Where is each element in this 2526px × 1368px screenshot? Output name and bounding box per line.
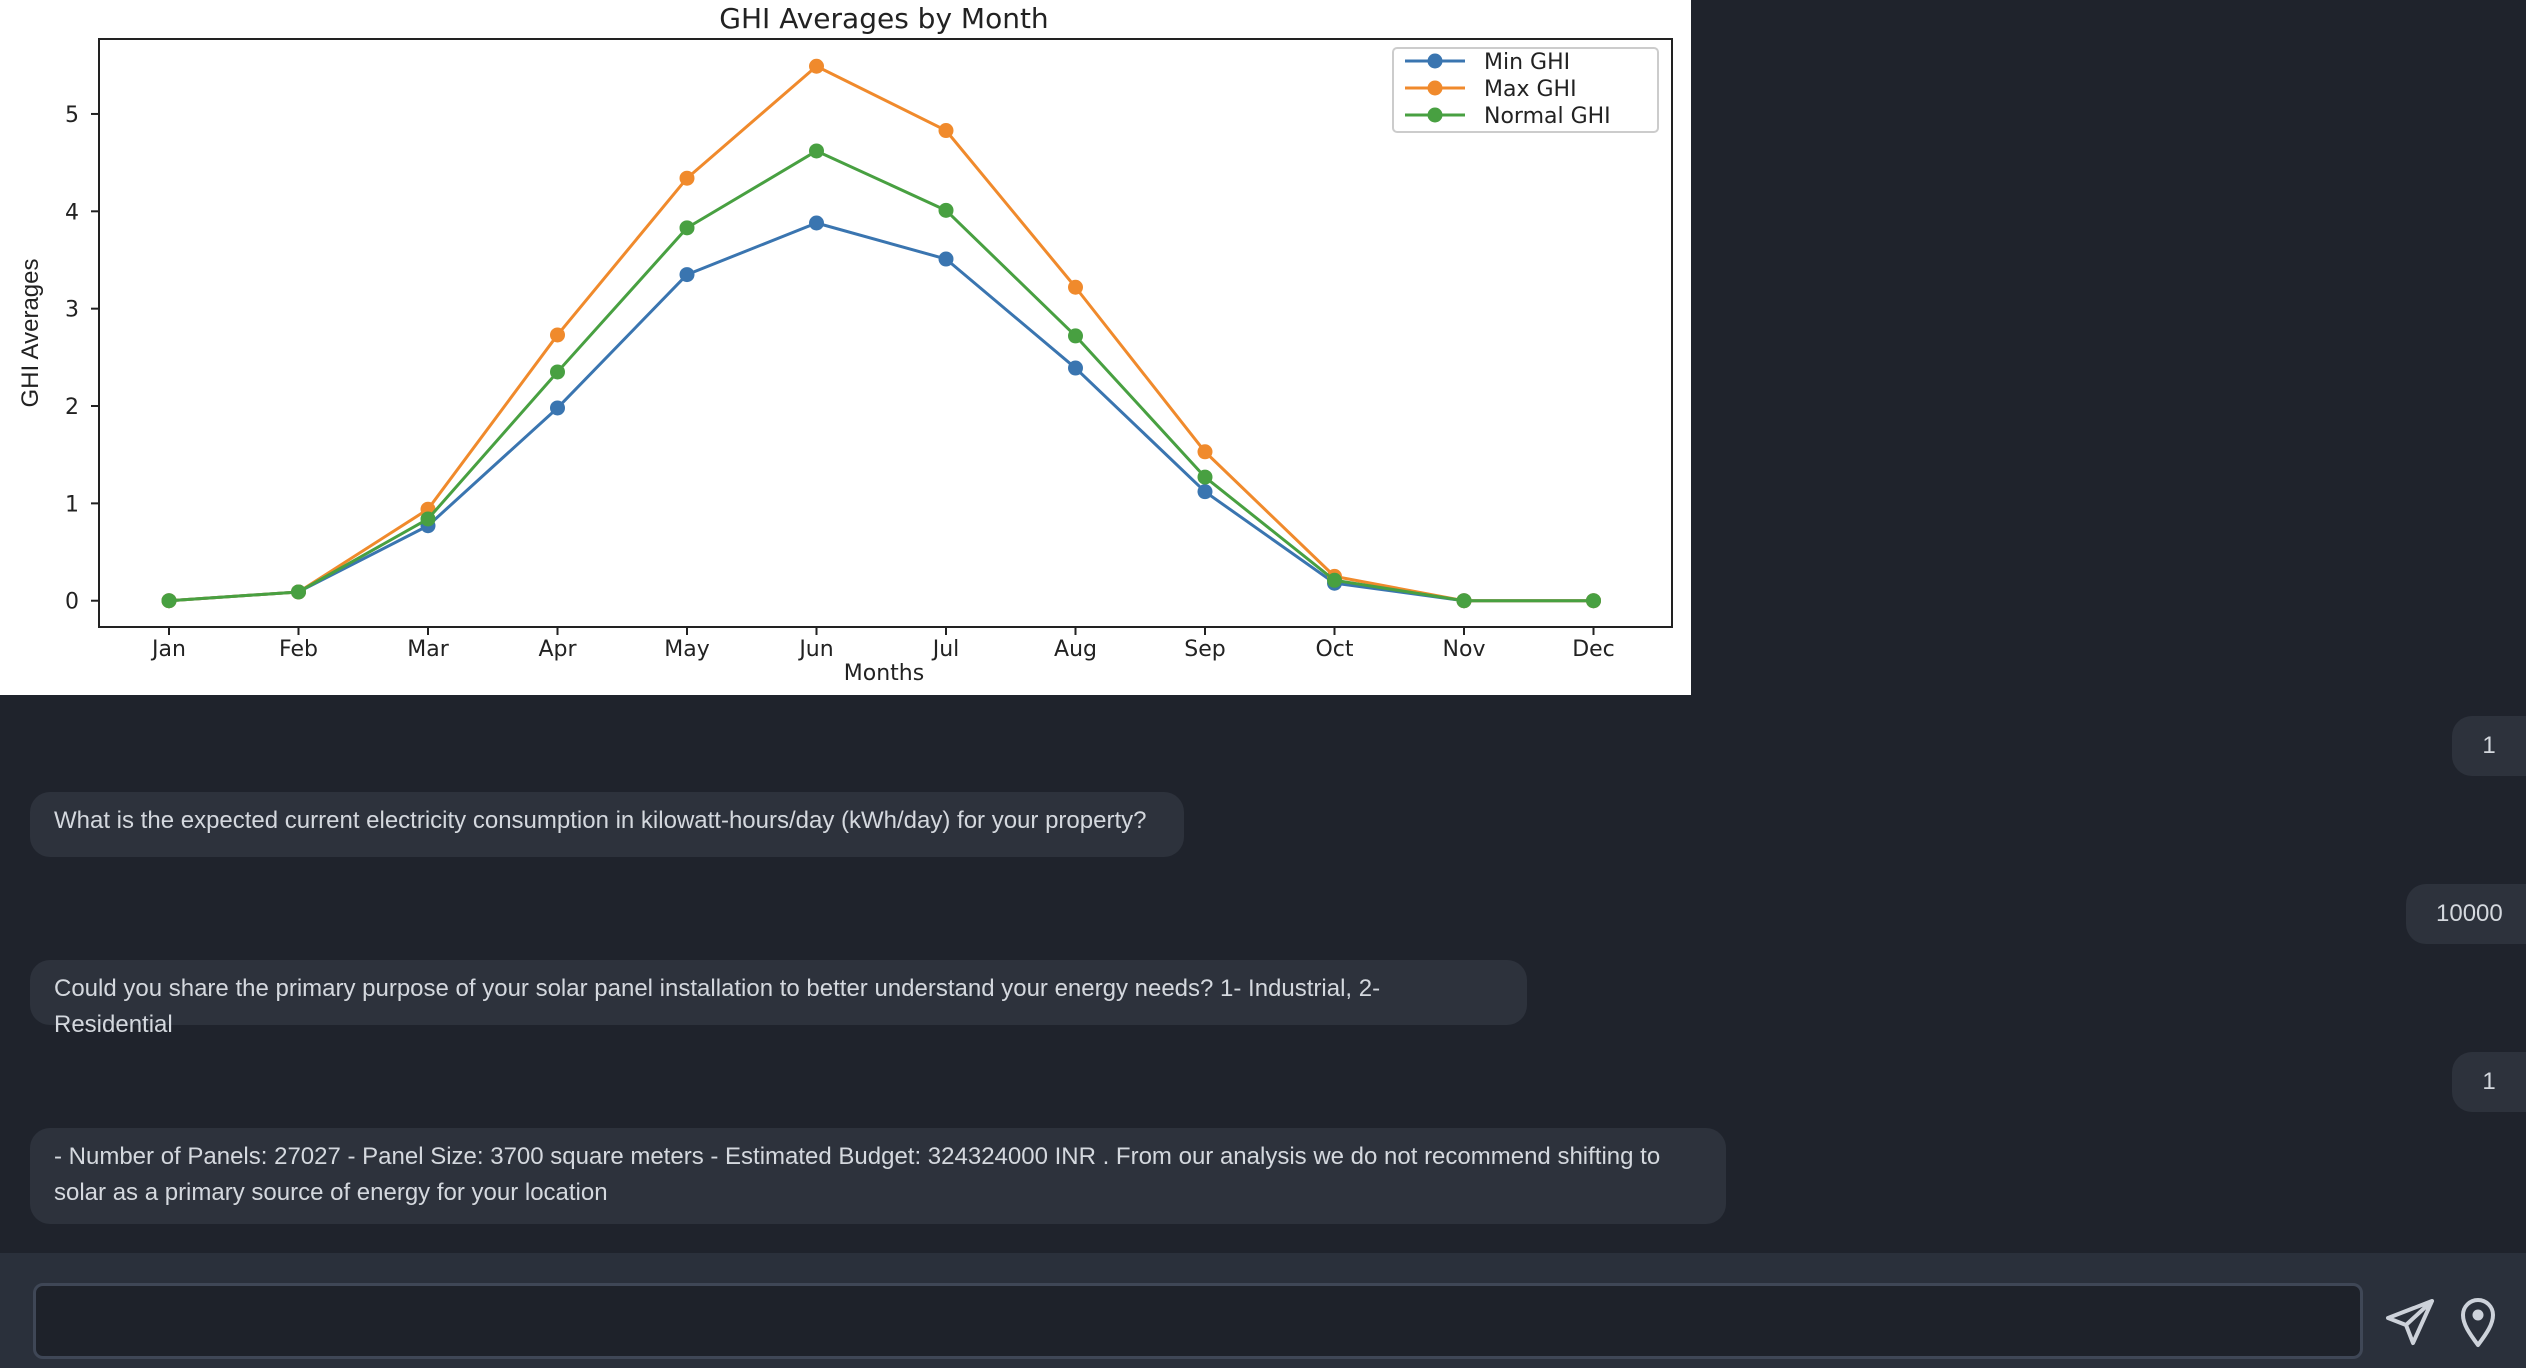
location-pin-icon xyxy=(2461,1298,2495,1347)
message-composer xyxy=(0,1253,2526,1368)
bot-message: Could you share the primary purpose of y… xyxy=(30,960,1527,1038)
data-point xyxy=(291,584,306,600)
send-icon xyxy=(2386,1299,2434,1345)
x-tick-label: May xyxy=(664,637,709,662)
data-point xyxy=(809,58,824,74)
data-point xyxy=(1197,469,1213,485)
user-message: 1 xyxy=(2452,716,2526,776)
data-point xyxy=(1068,360,1083,376)
data-point xyxy=(938,202,954,218)
legend-swatch-marker xyxy=(1427,80,1443,96)
data-point xyxy=(1456,593,1472,609)
y-tick-label: 2 xyxy=(65,395,79,420)
user-message: 1 xyxy=(2452,1052,2526,1112)
x-tick-label: Aug xyxy=(1054,637,1097,662)
y-tick-label: 0 xyxy=(65,590,79,615)
data-point xyxy=(809,215,824,231)
data-point xyxy=(420,511,436,527)
ghi-line-chart: GHI Averages by Month GHI Averages Month… xyxy=(0,0,1691,695)
bot-message-text: - Number of Panels: 27027 - Panel Size: … xyxy=(54,1143,1661,1206)
x-tick-label: Jul xyxy=(931,637,960,662)
x-tick-label: Dec xyxy=(1572,637,1615,662)
chat-app: GHI Averages by Month GHI Averages Month… xyxy=(0,0,2526,1368)
x-tick-label: Feb xyxy=(279,637,318,662)
data-point xyxy=(1327,572,1342,588)
data-point xyxy=(938,251,954,267)
x-tick-label: Apr xyxy=(538,637,577,662)
data-point xyxy=(1197,484,1213,500)
legend-swatch-marker xyxy=(1427,107,1443,123)
data-point xyxy=(1197,444,1213,460)
y-tick-label: 4 xyxy=(65,200,79,225)
user-message-text: 1 xyxy=(2482,732,2496,759)
legend-swatch-marker xyxy=(1427,53,1443,69)
x-axis-label: Months xyxy=(844,661,924,686)
bot-message: What is the expected current electricity… xyxy=(30,792,1184,857)
chart-legend: Min GHIMax GHINormal GHI xyxy=(1392,47,1659,133)
chart-title: GHI Averages by Month xyxy=(719,2,1048,35)
y-tick-label: 5 xyxy=(65,103,79,128)
data-point xyxy=(1068,328,1083,344)
data-point xyxy=(938,123,954,139)
legend-label: Max GHI xyxy=(1484,77,1577,102)
data-point xyxy=(679,267,695,283)
user-message-text: 10000 xyxy=(2436,900,2503,927)
data-point xyxy=(1068,279,1083,295)
data-point xyxy=(679,170,695,186)
user-message-text: 1 xyxy=(2482,1068,2496,1095)
send-button[interactable] xyxy=(2380,1293,2440,1351)
x-tick-label: Jan xyxy=(150,637,186,662)
message-input[interactable] xyxy=(33,1283,2363,1359)
x-tick-label: Jun xyxy=(797,637,833,662)
data-point xyxy=(161,593,177,609)
x-tick-label: Nov xyxy=(1443,637,1486,662)
legend-label: Normal GHI xyxy=(1484,104,1611,129)
data-point xyxy=(679,220,695,236)
data-point xyxy=(550,327,565,343)
data-point xyxy=(550,364,565,380)
ghi-chart-image: GHI Averages by Month GHI Averages Month… xyxy=(0,0,1691,695)
x-tick-label: Mar xyxy=(407,637,449,662)
y-tick-label: 3 xyxy=(65,298,79,323)
bot-message-text: Could you share the primary purpose of y… xyxy=(54,975,1381,1038)
x-tick-label: Oct xyxy=(1315,637,1353,662)
y-axis-label: GHI Averages xyxy=(17,259,44,408)
legend-label: Min GHI xyxy=(1484,50,1570,75)
data-point xyxy=(809,143,824,159)
bot-message-text: What is the expected current electricity… xyxy=(54,807,1147,834)
user-message: 10000 xyxy=(2406,884,2526,944)
y-tick-label: 1 xyxy=(65,492,79,517)
location-button[interactable] xyxy=(2455,1293,2501,1351)
bot-message: - Number of Panels: 27027 - Panel Size: … xyxy=(30,1128,1726,1224)
x-tick-label: Sep xyxy=(1184,637,1225,662)
data-point xyxy=(1586,593,1601,609)
data-point xyxy=(550,400,565,416)
